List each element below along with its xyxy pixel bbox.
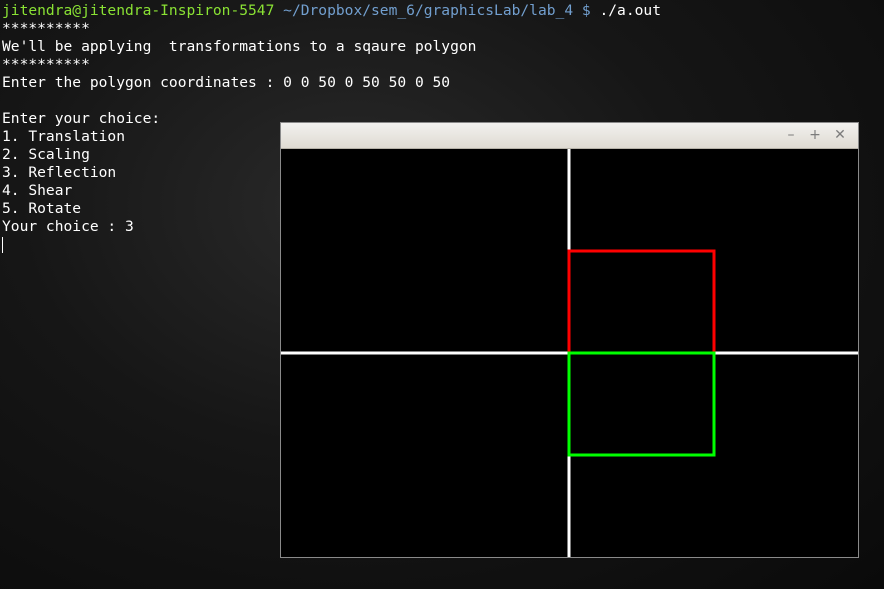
prompt-line: jitendra@jitendra-Inspiron-5547 ~/Dropbo… xyxy=(2,2,884,20)
close-button[interactable]: ✕ xyxy=(831,126,849,144)
drawing-canvas xyxy=(281,149,858,557)
minimize-button[interactable]: – xyxy=(782,126,800,144)
reflected-square xyxy=(567,351,716,457)
output-line: ********** xyxy=(2,20,90,37)
maximize-button[interactable]: + xyxy=(806,126,824,144)
prompt-command: ./a.out xyxy=(590,2,661,19)
window-titlebar[interactable]: – + ✕ xyxy=(281,123,858,149)
output-line: We'll be applying transformations to a s… xyxy=(2,38,477,55)
prompt-path: ~/Dropbox/sem_6/graphicsLab/lab_4 $ xyxy=(274,2,591,19)
output-line: Enter the polygon coordinates : 0 0 50 0… xyxy=(2,74,451,91)
original-square xyxy=(567,249,716,355)
graphics-window[interactable]: – + ✕ xyxy=(280,122,859,558)
text-cursor xyxy=(2,237,3,253)
output-line: ********** xyxy=(2,56,90,73)
prompt-user: jitendra@jitendra-Inspiron-5547 xyxy=(2,2,275,19)
